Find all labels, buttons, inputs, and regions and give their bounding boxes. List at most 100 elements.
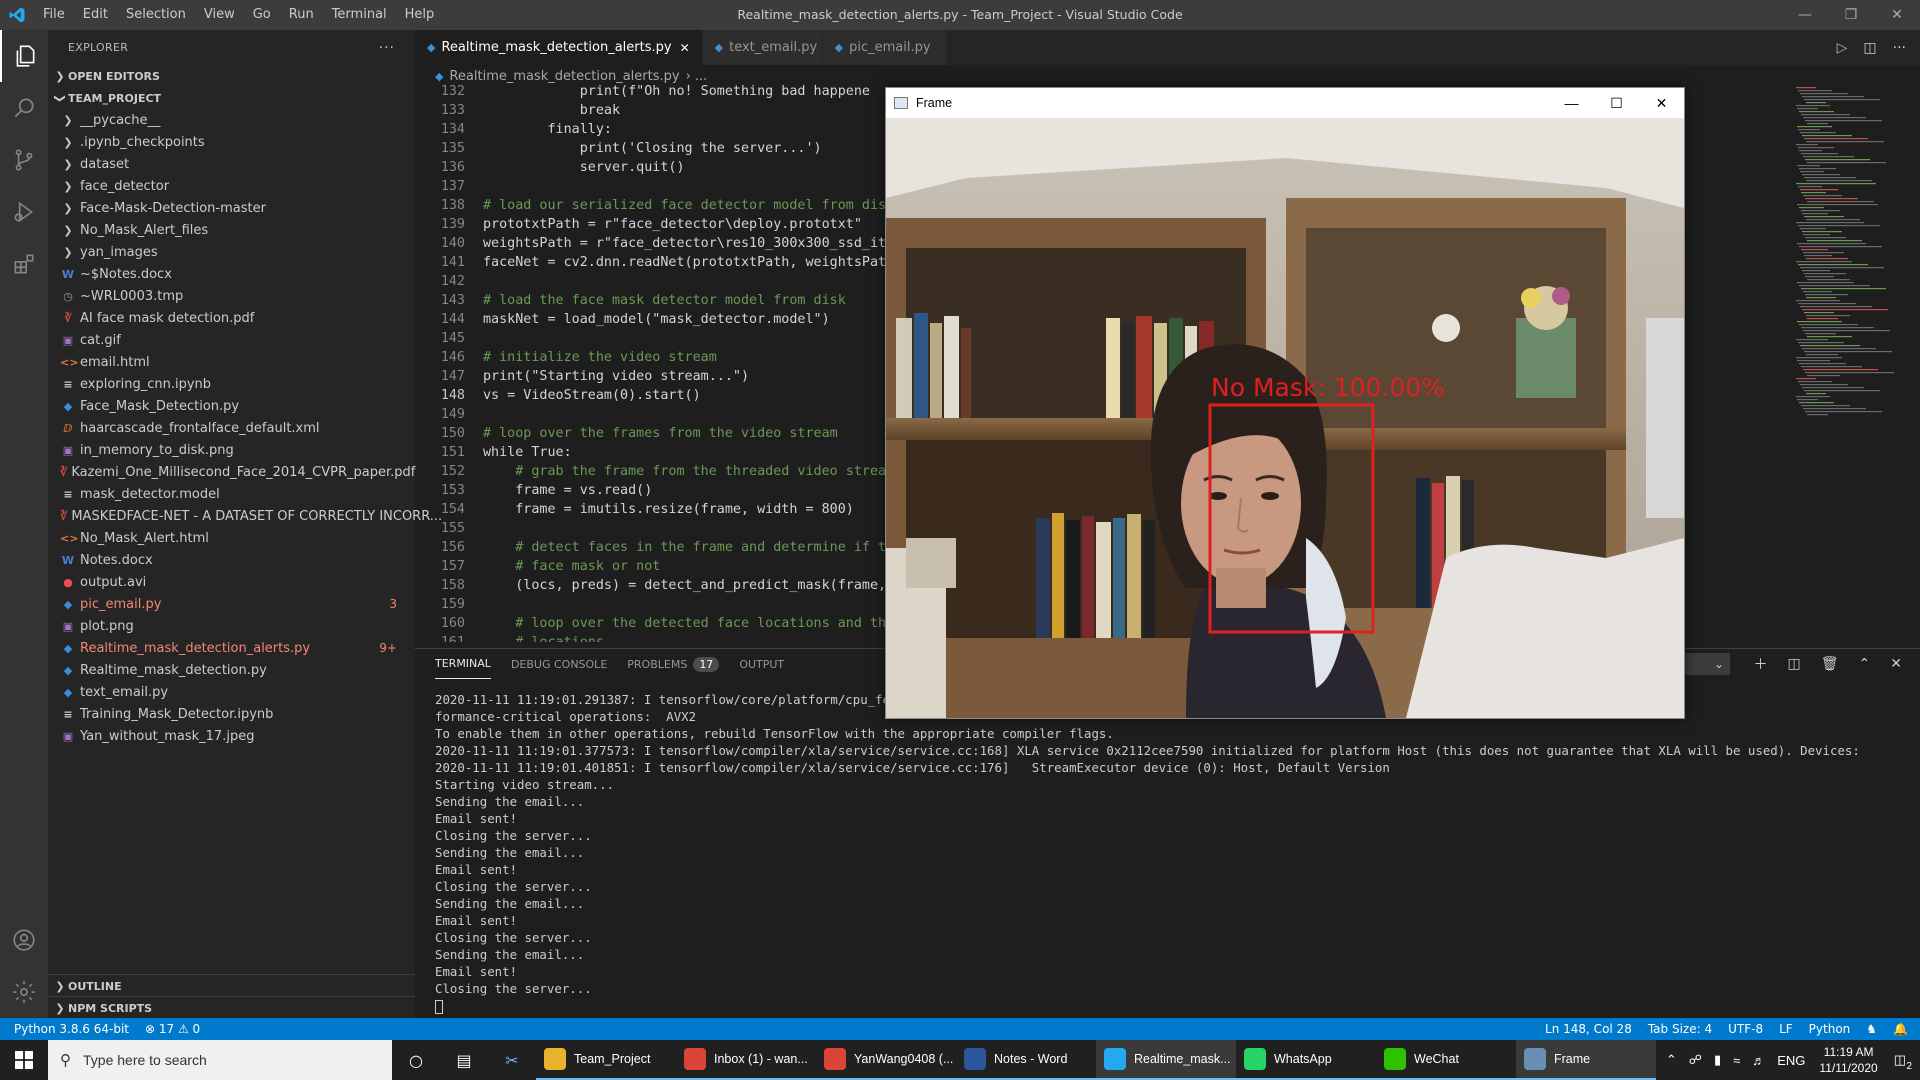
live-share-icon[interactable]: ♞	[1866, 1022, 1877, 1036]
tree-file[interactable]: ◆ Realtime_mask_detection.py	[48, 659, 415, 681]
menu-terminal[interactable]: Terminal	[323, 0, 396, 30]
close-tab-icon[interactable]: ✕	[680, 41, 690, 55]
terminal-output[interactable]: 2020-11-11 11:19:01.291387: I tensorflow…	[435, 691, 1905, 1014]
tab-size[interactable]: Tab Size: 4	[1648, 1022, 1712, 1036]
tree-file[interactable]: ◆ text_email.py	[48, 681, 415, 703]
menu-run[interactable]: Run	[280, 0, 323, 30]
tree-folder[interactable]: ❯ face_detector	[48, 175, 415, 197]
settings-gear-icon[interactable]	[0, 966, 48, 1018]
explorer-icon[interactable]	[0, 30, 48, 82]
extensions-icon[interactable]	[0, 238, 48, 290]
tree-file[interactable]: W ~$Notes.docx	[48, 263, 415, 285]
tab-text-email[interactable]: ◆ text_email.py	[702, 30, 823, 65]
notification-center-icon[interactable]: ◫ 2	[1894, 1052, 1912, 1072]
problems-status[interactable]: ⊗ 17 ⚠ 0	[145, 1022, 200, 1036]
clock[interactable]: 11:19 AM 11/11/2020	[1819, 1044, 1877, 1076]
cortana-icon[interactable]: ○	[392, 1040, 440, 1080]
tree-file[interactable]: ∛ MASKEDFACE-NET - A DATASET OF CORRECTLY…	[48, 505, 442, 527]
tree-file[interactable]: ≡ mask_detector.model	[48, 483, 415, 505]
tree-file[interactable]: ▣ Yan_without_mask_17.jpeg	[48, 725, 415, 747]
menu-go[interactable]: Go	[244, 0, 280, 30]
taskbar-app[interactable]: Team_Project	[536, 1040, 676, 1080]
new-terminal-icon[interactable]: ＋	[1754, 654, 1768, 674]
tree-file[interactable]: <> email.html	[48, 351, 415, 373]
project-section[interactable]: ❯ TEAM_PROJECT	[48, 87, 415, 109]
minimap[interactable]	[1792, 87, 1906, 647]
tree-file[interactable]: ∛ AI face mask detection.pdf	[48, 307, 415, 329]
battery-icon[interactable]: ▮	[1714, 1052, 1721, 1068]
tree-folder[interactable]: ❯ __pycache__	[48, 109, 415, 131]
taskbar-app[interactable]: Realtime_mask...	[1096, 1040, 1236, 1080]
tree-file[interactable]: ◷ ~WRL0003.tmp	[48, 285, 415, 307]
run-icon[interactable]: ▷	[1837, 40, 1848, 56]
tree-file[interactable]: ● output.avi	[48, 571, 415, 593]
volume-icon[interactable]: ♬	[1752, 1053, 1765, 1068]
tree-file[interactable]: ≡ Training_Mask_Detector.ipynb	[48, 703, 415, 725]
tree-file[interactable]: ⅅhaarcascade_frontalface_default.xml	[48, 417, 415, 439]
menu-file[interactable]: File	[34, 0, 74, 30]
windows-start-icon[interactable]	[0, 1040, 48, 1080]
tree-file[interactable]: ◆ Realtime_mask_detection_alerts.py 9+	[48, 637, 415, 659]
tab-problems[interactable]: PROBLEMS 17	[627, 649, 720, 679]
cursor-position[interactable]: Ln 148, Col 28	[1545, 1022, 1632, 1036]
taskbar-app[interactable]: WeChat	[1376, 1040, 1516, 1080]
tree-folder[interactable]: ❯ yan_images	[48, 241, 415, 263]
menu-selection[interactable]: Selection	[117, 0, 195, 30]
tab-output[interactable]: OUTPUT	[739, 649, 784, 679]
network-icon[interactable]: ☍	[1689, 1052, 1702, 1068]
frame-titlebar[interactable]: Frame — ☐ ✕	[886, 88, 1684, 118]
notifications-bell-icon[interactable]: 🔔	[1893, 1022, 1908, 1036]
tree-folder[interactable]: ❯ Face-Mask-Detection-master	[48, 197, 415, 219]
split-terminal-icon[interactable]: ◫	[1788, 656, 1801, 672]
close-icon[interactable]: ✕	[1874, 0, 1920, 30]
wifi-icon[interactable]: ≈	[1733, 1053, 1740, 1068]
run-debug-icon[interactable]	[0, 186, 48, 238]
tab-realtime-mask-detection-alerts[interactable]: ◆ Realtime_mask_detection_alerts.py ✕	[415, 30, 703, 65]
task-view-icon[interactable]: ▤	[440, 1040, 488, 1080]
taskbar-app[interactable]: Frame	[1516, 1040, 1656, 1080]
more-actions-icon[interactable]: ···	[379, 40, 395, 56]
minimize-icon[interactable]: —	[1549, 88, 1594, 118]
python-interpreter[interactable]: Python 3.8.6 64-bit	[14, 1022, 129, 1036]
open-editors-section[interactable]: ❯ OPEN EDITORS	[48, 65, 415, 87]
tree-file[interactable]: ▣ plot.png	[48, 615, 415, 637]
code-editor[interactable]: 132 print(f"Oh no! Something bad happene…	[415, 82, 885, 642]
chevron-up-icon[interactable]: ⌃	[1666, 1052, 1677, 1068]
maximize-icon[interactable]: ☐	[1594, 88, 1639, 118]
taskbar-app[interactable]: Notes - Word	[956, 1040, 1096, 1080]
menu-edit[interactable]: Edit	[74, 0, 117, 30]
encoding[interactable]: UTF-8	[1728, 1022, 1763, 1036]
end-of-line[interactable]: LF	[1779, 1022, 1793, 1036]
tree-file[interactable]: ▣ cat.gif	[48, 329, 415, 351]
tree-file[interactable]: <> No_Mask_Alert.html	[48, 527, 415, 549]
taskbar-search-input[interactable]: ⚲ Type here to search	[48, 1040, 392, 1080]
menu-view[interactable]: View	[195, 0, 244, 30]
language-mode[interactable]: Python	[1809, 1022, 1851, 1036]
more-actions-icon[interactable]: ···	[1893, 40, 1906, 56]
tree-folder[interactable]: ❯ .ipynb_checkpoints	[48, 131, 415, 153]
tab-pic-email[interactable]: ◆ pic_email.py	[822, 30, 947, 65]
tree-file[interactable]: ≡ exploring_cnn.ipynb	[48, 373, 415, 395]
tree-file[interactable]: ▣ in_memory_to_disk.png	[48, 439, 415, 461]
minimize-icon[interactable]: —	[1782, 0, 1828, 30]
taskbar-app[interactable]: Inbox (1) - wan...	[676, 1040, 816, 1080]
search-icon[interactable]	[0, 82, 48, 134]
tree-file[interactable]: ◆ pic_email.py 3	[48, 593, 415, 615]
taskbar-app[interactable]: WhatsApp	[1236, 1040, 1376, 1080]
trash-icon[interactable]: 🗑	[1821, 656, 1839, 672]
taskbar-app[interactable]: YanWang0408 (...	[816, 1040, 956, 1080]
split-editor-icon[interactable]: ◫	[1863, 40, 1876, 56]
maximize-panel-icon[interactable]: ⌃	[1859, 656, 1871, 672]
tab-debug-console[interactable]: DEBUG CONSOLE	[511, 649, 607, 679]
close-icon[interactable]: ✕	[1639, 88, 1684, 118]
terminal-prompt[interactable]	[435, 997, 1905, 1014]
tree-file[interactable]: ∛ Kazemi_One_Millisecond_Face_2014_CVPR_p…	[48, 461, 415, 483]
snipping-tool-icon[interactable]: ✂	[488, 1040, 536, 1080]
editor-scrollbar[interactable]	[1906, 87, 1920, 647]
tab-terminal[interactable]: TERMINAL	[435, 649, 491, 679]
outline-section[interactable]: ❯ OUTLINE	[48, 974, 415, 997]
tree-folder[interactable]: ❯ dataset	[48, 153, 415, 175]
tree-file[interactable]: W Notes.docx	[48, 549, 415, 571]
frame-window[interactable]: Frame — ☐ ✕ No Mask: 100.00%	[885, 87, 1685, 719]
language-indicator[interactable]: ENG	[1777, 1053, 1805, 1068]
